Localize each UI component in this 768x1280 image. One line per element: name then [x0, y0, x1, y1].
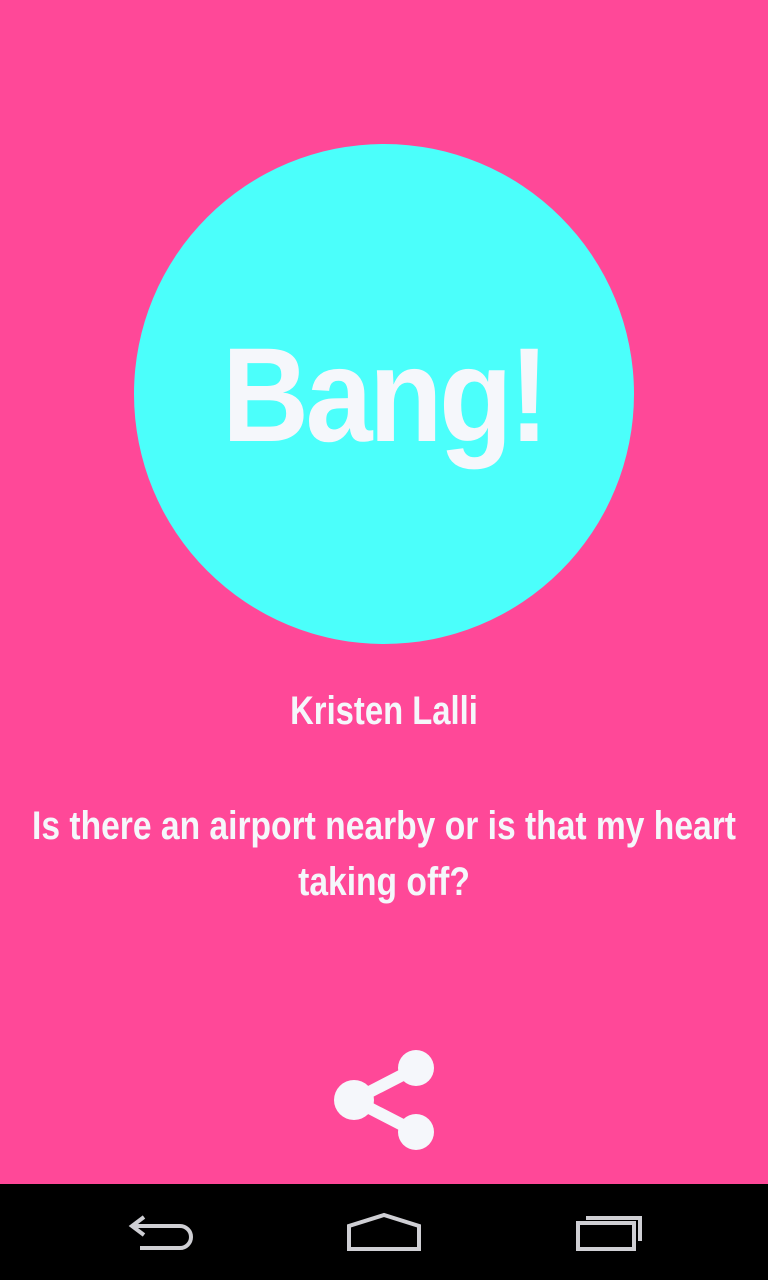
bang-button[interactable]: Bang!	[134, 144, 634, 644]
share-button[interactable]	[322, 1040, 446, 1160]
nav-home-button[interactable]	[314, 1184, 454, 1280]
share-icon	[334, 1050, 434, 1150]
recent-apps-icon	[576, 1216, 642, 1251]
nav-back-button[interactable]	[90, 1184, 230, 1280]
pickup-line-text: Is there an airport nearby or is that my…	[32, 804, 736, 904]
bang-button-label: Bang!	[222, 321, 549, 470]
author-name: Kristen Lalli	[290, 689, 478, 733]
app-screen: Bang! Kristen Lalli Is there an airport …	[0, 0, 768, 1184]
back-icon	[128, 1215, 193, 1250]
nav-recents-button[interactable]	[540, 1184, 680, 1280]
home-icon	[347, 1212, 421, 1251]
system-nav-bar	[0, 1184, 768, 1280]
